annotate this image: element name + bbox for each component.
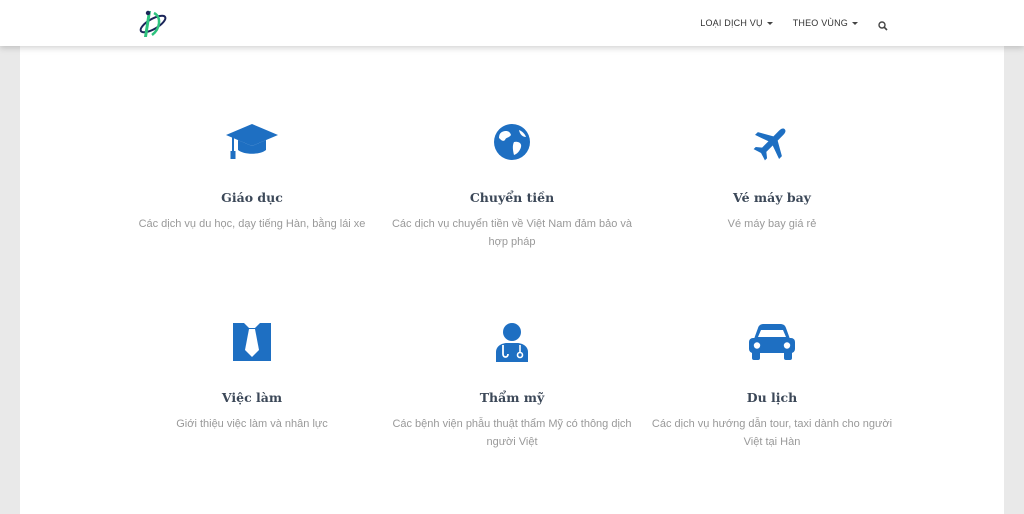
search-icon: [878, 21, 888, 31]
feature-jobs: Việc làm Giới thiệu việc làm và nhân lực: [127, 320, 377, 433]
nav-item-label: LOẠI DỊCH VỤ: [700, 18, 763, 28]
feature-title: Thẩm mỹ: [479, 390, 545, 405]
globe-icon: [387, 120, 637, 164]
nav-item-label: THEO VÙNG: [792, 18, 848, 28]
feature-description: Các dịch vụ chuyển tiền về Việt Nam đảm …: [391, 218, 633, 248]
site-logo[interactable]: [136, 7, 170, 41]
nav-item-region[interactable]: THEO VÙNG: [793, 18, 858, 28]
feature-cosmetic: Thẩm mỹ Các bệnh viện phẫu thuật thẩm Mỹ…: [387, 320, 637, 451]
feature-description: Các dịch vụ hướng dẫn tour, taxi dành ch…: [651, 418, 893, 448]
feature-education: Giáo dục Các dịch vụ du học, dạy tiếng H…: [127, 120, 377, 233]
feature-description: Các dịch vụ du học, dạy tiếng Hàn, bằng …: [138, 218, 366, 230]
plane-icon: [647, 120, 897, 164]
nav-item-service-type[interactable]: LOẠI DỊCH VỤ: [700, 18, 773, 28]
services-section: Giáo dục Các dịch vụ du học, dạy tiếng H…: [20, 46, 1004, 514]
car-icon: [647, 320, 897, 364]
feature-description: Các bệnh viện phẫu thuật thẩm Mỹ có thôn…: [392, 418, 632, 448]
feature-title: Chuyển tiền: [469, 190, 555, 205]
feature-plane-tickets: Vé máy bay Vé máy bay giá rẻ: [647, 120, 897, 233]
feature-title: Vé máy bay: [733, 190, 811, 205]
feature-travel: Du lịch Các dịch vụ hướng dẫn tour, taxi…: [647, 320, 897, 451]
caret-down-icon: [852, 21, 858, 25]
feature-title: Giáo dục: [221, 190, 283, 205]
feature-money-transfer: Chuyển tiền Các dịch vụ chuyển tiền về V…: [387, 120, 637, 251]
search-button[interactable]: [878, 18, 888, 31]
graduation-cap-icon: [127, 120, 377, 164]
feature-title: Việc làm: [221, 390, 283, 405]
feature-description: Vé máy bay giá rẻ: [727, 218, 817, 230]
main-menu: LOẠI DỊCH VỤ THEO VÙNG: [680, 0, 888, 46]
logo-icon: [139, 10, 167, 37]
feature-title: Du lịch: [746, 390, 798, 405]
top-navbar: LOẠI DỊCH VỤ THEO VÙNG: [0, 0, 1024, 46]
doctor-icon: [387, 320, 637, 364]
tie-icon: [127, 320, 377, 364]
caret-down-icon: [766, 21, 773, 25]
feature-description: Giới thiệu việc làm và nhân lực: [176, 418, 328, 430]
